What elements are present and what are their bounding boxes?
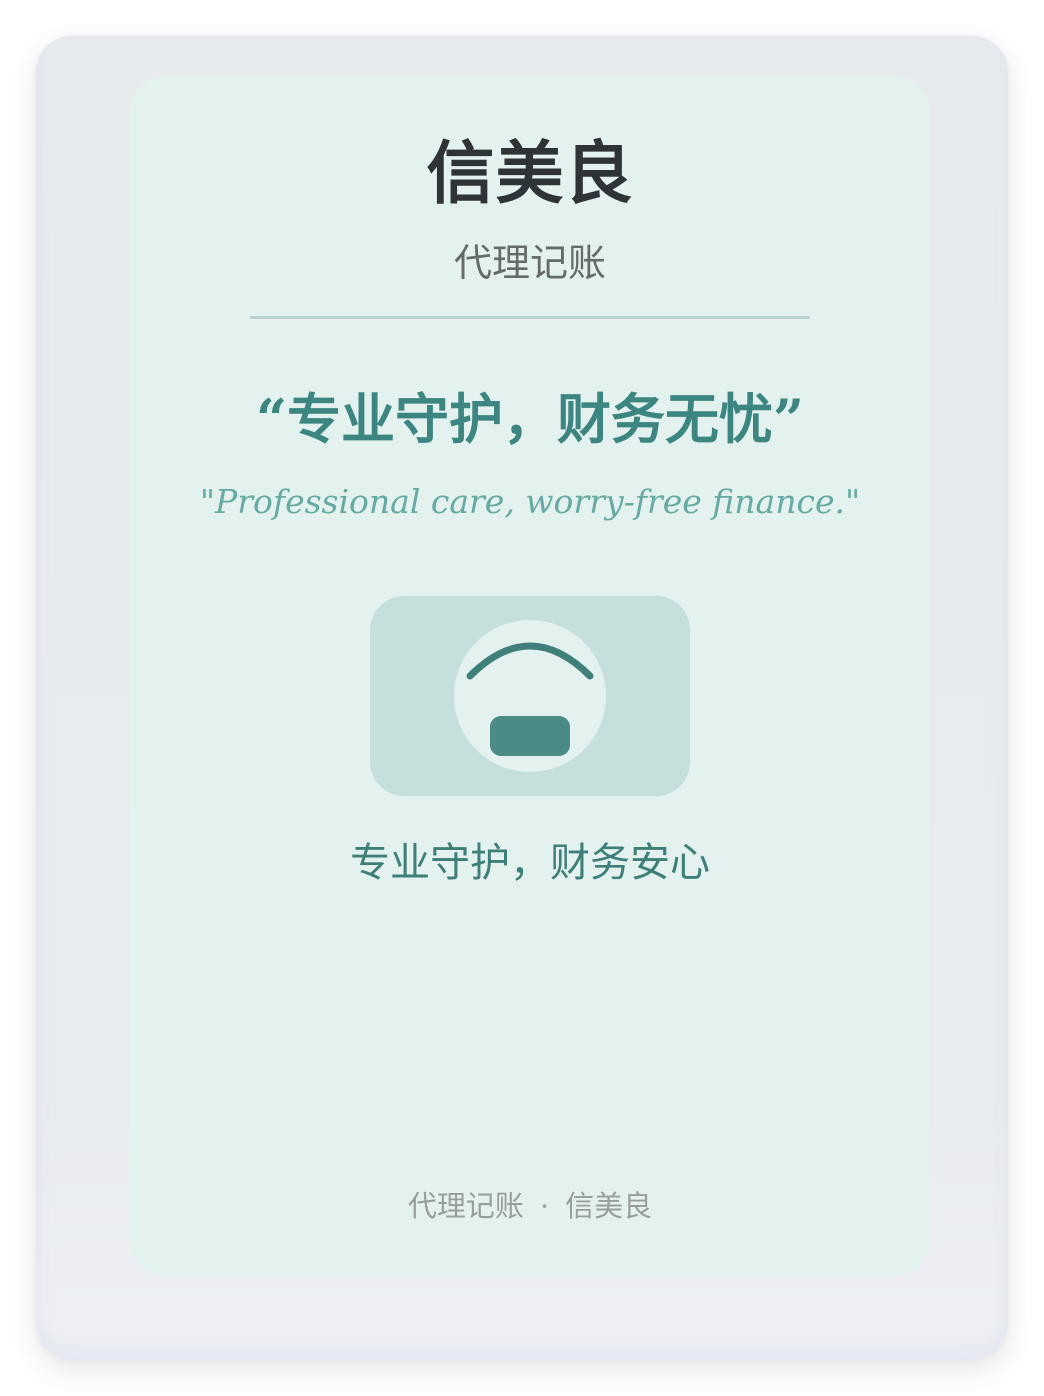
slogan-chinese: “专业守护，财务无忧”: [255, 387, 805, 451]
footer-service-label: 代理记账: [407, 1189, 524, 1223]
brand-title: 信美良: [426, 134, 634, 214]
brand-subtitle: 代理记账: [453, 241, 606, 285]
divider: [250, 316, 810, 319]
content-panel: 信美良 代理记账 “专业守护，财务无忧” "Professional care,…: [130, 76, 930, 1276]
emblem-arc: [466, 642, 594, 680]
slogan-english: "Professional care, worry-free finance.": [199, 482, 861, 521]
poster-card: 信美良 代理记账 “专业守护，财务无忧” "Professional care,…: [36, 36, 1008, 1360]
footer: 代理记账 · 信美良: [130, 1186, 930, 1226]
emblem-badge: [370, 596, 690, 796]
shield-emblem-icon: [466, 642, 594, 756]
emblem-block: [490, 716, 570, 756]
footer-brand-label: 信美良: [565, 1189, 653, 1223]
footer-separator: ·: [539, 1189, 550, 1223]
tagline: 专业守护，财务安心: [350, 840, 710, 886]
